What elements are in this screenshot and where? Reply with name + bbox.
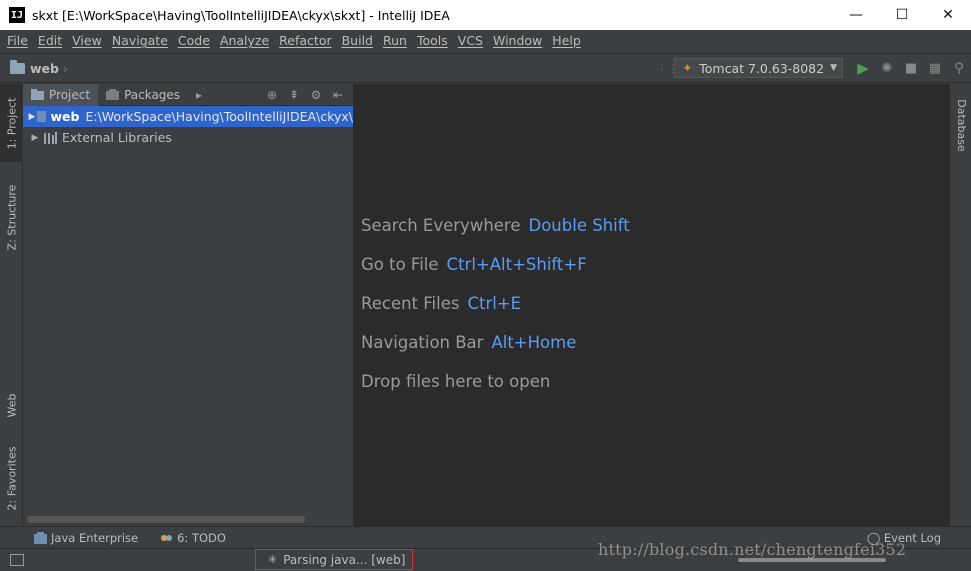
tab-project[interactable]: 1: Project <box>0 84 23 162</box>
breadcrumb[interactable]: web › <box>10 59 68 76</box>
menu-navigate[interactable]: Navigate <box>107 30 173 52</box>
gear-icon[interactable]: ⚙ <box>305 88 327 102</box>
maximize-button[interactable]: ☐ <box>879 0 925 30</box>
todo-icon <box>161 534 173 541</box>
window-title-bar: IJ skxt [E:\WorkSpace\Having\ToolIntelli… <box>0 0 971 30</box>
right-tool-stripe: Database <box>949 84 971 526</box>
status-message-highlight: ✳ Parsing java... [web] <box>255 549 413 570</box>
intellij-app-icon: IJ <box>9 7 25 23</box>
hint-navigation-bar: Navigation Bar Alt+Home <box>361 333 576 352</box>
more-views-icon[interactable]: ▸ <box>188 88 210 102</box>
hint-drop-files: Drop files here to open <box>361 372 550 391</box>
left-tool-stripe: 1: Project Z: Structure Web 2: Favorites <box>0 84 23 526</box>
tree-row-external-libraries[interactable]: ▶ External Libraries <box>23 127 353 148</box>
editor-empty-area: Search Everywhere Double Shift Go to File… <box>353 84 949 526</box>
tab-java-enterprise[interactable]: Java Enterprise <box>34 531 138 545</box>
menu-file[interactable]: File <box>2 30 33 52</box>
stop-button[interactable]: ■ <box>899 56 923 80</box>
tab-favorites-label: 2: Favorites <box>5 446 19 510</box>
hint-go-to-file: Go to File Ctrl+Alt+Shift+F <box>361 255 587 274</box>
menu-run[interactable]: Run <box>378 30 412 52</box>
project-panel-header: Project Packages ▸ ⊕ ⇞ ⚙ ⇤ <box>23 83 353 106</box>
navigation-bar: web › ⋮⋮ ✦ Tomcat 7.0.63-8082 ▼ ▶ ✺ ■ ▦ … <box>0 53 971 83</box>
run-configuration-label: Tomcat 7.0.63-8082 <box>699 60 825 76</box>
tab-web[interactable]: Web <box>0 382 23 428</box>
menu-analyze[interactable]: Analyze <box>215 30 274 52</box>
hint-text: Navigation Bar <box>361 333 484 352</box>
hide-panel-icon[interactable]: ⇤ <box>327 88 349 102</box>
toolbar-grip-icon: ⋮⋮ <box>656 61 679 75</box>
tab-favorites[interactable]: 2: Favorites <box>0 440 23 516</box>
library-icon <box>44 131 57 144</box>
expand-arrow-icon[interactable]: ▶ <box>27 133 43 143</box>
horizontal-scrollbar[interactable] <box>27 516 305 523</box>
debug-button[interactable]: ✺ <box>875 56 899 80</box>
hint-shortcut: Alt+Home <box>491 333 577 352</box>
hint-shortcut: Ctrl+Alt+Shift+F <box>446 255 587 274</box>
project-tool-window: Project Packages ▸ ⊕ ⇞ ⚙ ⇤ ▶ web E:\Work… <box>23 83 353 526</box>
minimize-button[interactable]: — <box>833 0 879 30</box>
breadcrumb-label: web <box>30 60 59 76</box>
scroll-from-source-icon[interactable]: ⊕ <box>261 88 283 102</box>
tab-database[interactable]: Database <box>950 88 971 162</box>
menu-refactor[interactable]: Refactor <box>274 30 336 52</box>
run-button[interactable]: ▶ <box>851 56 875 80</box>
tomcat-icon: ✦ <box>682 61 693 75</box>
toggle-tool-windows-icon[interactable] <box>10 554 24 566</box>
folder-icon <box>10 59 25 74</box>
tab-project-view[interactable]: Project <box>23 83 99 106</box>
project-tree: ▶ web E:\WorkSpace\Having\ToolIntelliJID… <box>23 106 353 148</box>
package-icon <box>106 89 120 100</box>
tab-structure-label: Z: Structure <box>5 184 19 250</box>
run-configuration-select[interactable]: ✦ Tomcat 7.0.63-8082 ▼ <box>674 58 843 78</box>
tree-row-name: web <box>50 109 80 124</box>
close-button[interactable]: ✕ <box>925 0 971 30</box>
hint-text: Search Everywhere <box>361 216 521 235</box>
loading-spinner-icon: ✳ <box>268 553 278 566</box>
tab-java-enterprise-label: Java Enterprise <box>51 530 139 545</box>
menu-bar: File Edit View Navigate Code Analyze Ref… <box>0 30 971 52</box>
tab-todo[interactable]: 6: TODO <box>160 531 226 545</box>
tab-packages-view[interactable]: Packages <box>98 84 188 106</box>
menu-tools[interactable]: Tools <box>412 30 453 52</box>
breadcrumb-chevron-icon: › <box>62 60 68 76</box>
hint-text: Go to File <box>361 255 439 274</box>
menu-build[interactable]: Build <box>337 30 378 52</box>
tab-packages-view-label: Packages <box>124 87 181 102</box>
folder-icon <box>31 89 44 100</box>
hint-shortcut: Double Shift <box>528 216 630 235</box>
search-button[interactable]: ⚲ <box>947 56 971 80</box>
collapse-all-icon[interactable]: ⇞ <box>283 88 305 102</box>
tree-row-path: E:\WorkSpace\Having\ToolIntelliJIDEA\cky… <box>85 109 353 124</box>
hint-recent-files: Recent Files Ctrl+E <box>361 294 521 313</box>
hint-text: Recent Files <box>361 294 460 313</box>
menu-view[interactable]: View <box>67 30 107 52</box>
tab-database-label: Database <box>954 98 968 152</box>
tab-todo-label: 6: TODO <box>177 530 226 545</box>
java-enterprise-icon <box>34 531 47 544</box>
tab-project-label: 1: Project <box>5 97 18 149</box>
tree-row-name: External Libraries <box>62 130 172 145</box>
watermark: http://blog.csdn.net/chengtengfei352 <box>598 540 907 559</box>
menu-vcs[interactable]: VCS <box>453 30 488 52</box>
hint-shortcut: Ctrl+E <box>467 294 522 313</box>
chevron-down-icon: ▼ <box>830 63 837 73</box>
menu-edit[interactable]: Edit <box>33 30 67 52</box>
hint-search-everywhere: Search Everywhere Double Shift <box>361 216 630 235</box>
expand-arrow-icon[interactable]: ▶ <box>27 112 37 122</box>
status-message: Parsing java... [web] <box>283 552 406 567</box>
tab-project-view-label: Project <box>49 87 91 102</box>
menu-code[interactable]: Code <box>173 30 215 52</box>
project-structure-button[interactable]: ▦ <box>923 56 947 80</box>
tree-row-web[interactable]: ▶ web E:\WorkSpace\Having\ToolIntelliJID… <box>23 106 353 127</box>
tab-web-label: Web <box>5 393 19 417</box>
tab-structure[interactable]: Z: Structure <box>0 172 23 262</box>
module-folder-icon <box>36 111 46 122</box>
window-title: skxt [E:\WorkSpace\Having\ToolIntelliJID… <box>32 7 450 23</box>
menu-window[interactable]: Window <box>488 30 547 52</box>
hint-text: Drop files here to open <box>361 372 551 391</box>
menu-help[interactable]: Help <box>547 30 586 52</box>
